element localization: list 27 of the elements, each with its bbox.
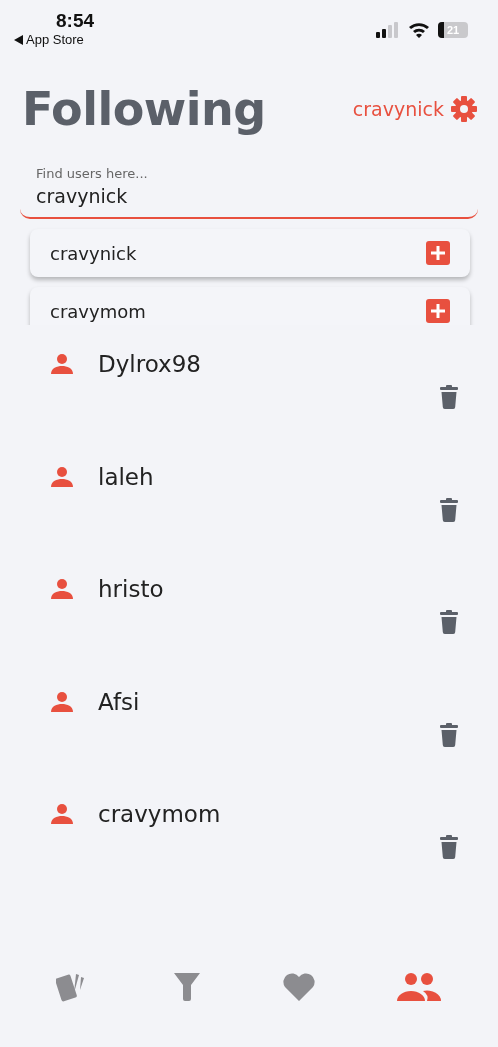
search-field[interactable]: Find users here... cravynick (20, 158, 478, 219)
back-triangle-icon[interactable] (14, 34, 23, 45)
trash-icon[interactable] (440, 610, 458, 634)
signal-icon (376, 22, 400, 38)
trash-icon[interactable] (440, 722, 458, 747)
clock-time: 8:54 (56, 10, 95, 32)
trash-icon[interactable] (440, 497, 458, 522)
person-icon (50, 691, 74, 712)
add-icon[interactable] (426, 241, 450, 265)
trash-icon[interactable] (440, 835, 458, 859)
person-icon (50, 579, 74, 599)
person-icon (50, 804, 74, 824)
followed-username: Afsi (98, 688, 140, 715)
followed-username: Dylrox98 (98, 351, 201, 377)
wifi-icon (408, 22, 430, 38)
add-icon[interactable] (426, 299, 450, 323)
settings-icon[interactable] (450, 95, 478, 123)
followed-username: laleh (98, 463, 154, 490)
person-icon (50, 354, 74, 374)
suggestion-card[interactable]: cravymom (30, 287, 470, 325)
back-link[interactable]: App Store (26, 32, 84, 47)
page-title: Following (22, 82, 266, 136)
suggestion-card[interactable]: cravynick (30, 229, 470, 277)
trash-icon[interactable] (440, 385, 458, 409)
person-icon (50, 466, 74, 487)
followed-username: cravymom (98, 801, 221, 827)
followed-username: hristo (98, 576, 164, 602)
